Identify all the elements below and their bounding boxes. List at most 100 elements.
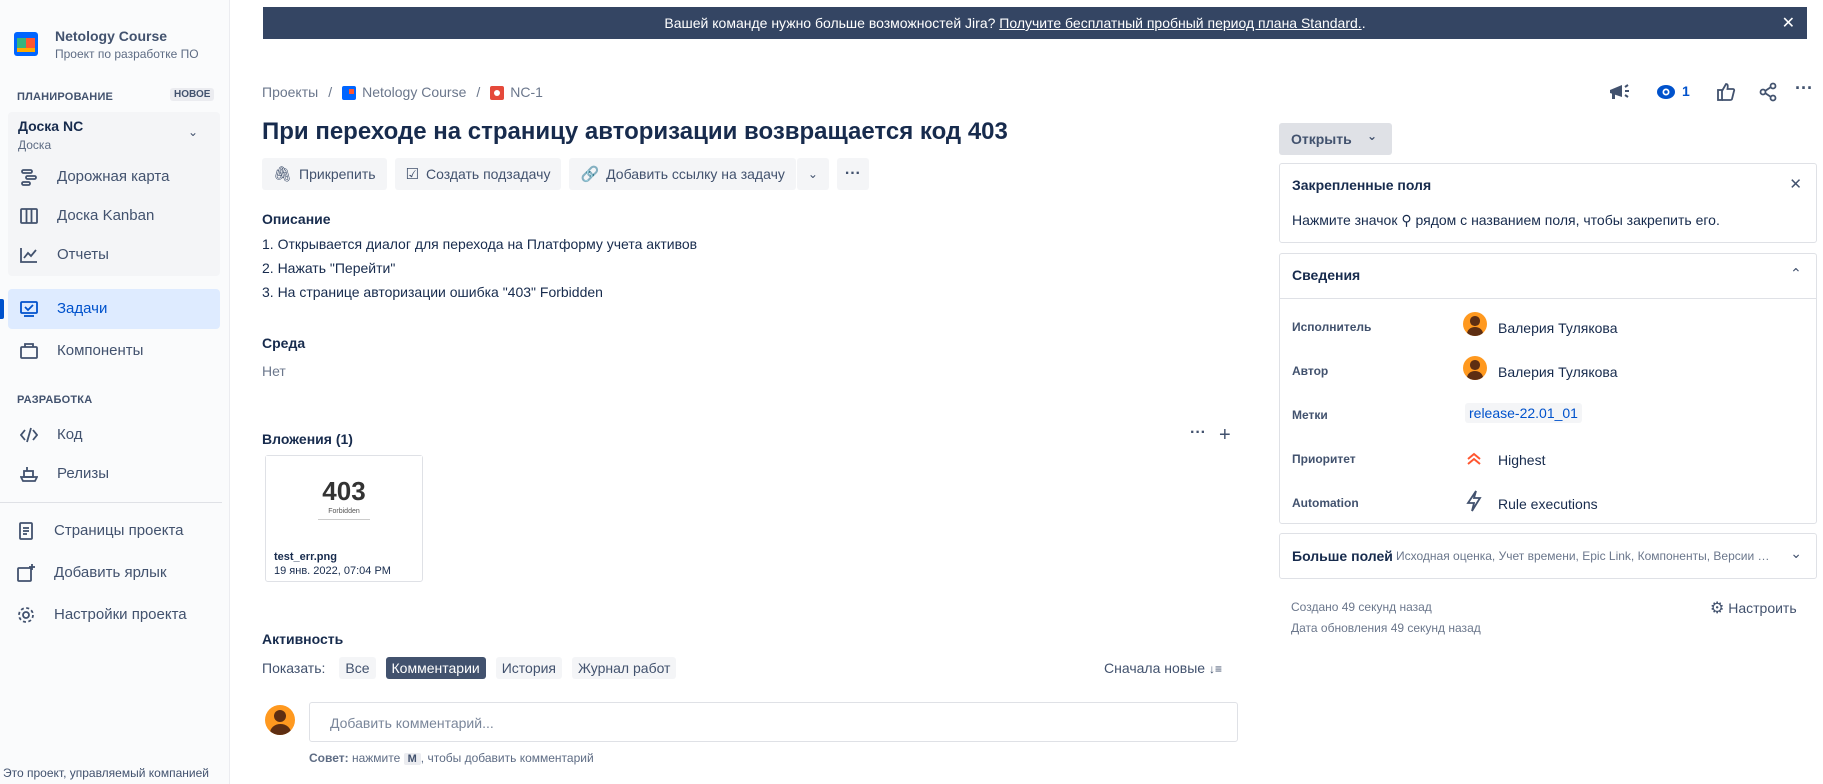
paperclip-icon: 🖇 bbox=[273, 166, 293, 183]
chevron-down-icon: ⌄ bbox=[1790, 545, 1802, 561]
filter-all[interactable]: Все bbox=[339, 657, 376, 679]
comment-placeholder: Добавить комментарий... bbox=[330, 715, 494, 731]
sidebar-item-project-pages[interactable]: Страницы проекта bbox=[5, 511, 217, 551]
details-title: Сведения bbox=[1292, 267, 1361, 283]
filter-comments[interactable]: Комментарии bbox=[385, 657, 486, 679]
sidebar-item-label: Релизы bbox=[57, 465, 109, 482]
board-icon bbox=[20, 208, 38, 224]
comment-tip: Совет: нажмите M, чтобы добавить коммент… bbox=[309, 751, 594, 765]
add-attachment-icon[interactable]: + bbox=[1219, 424, 1231, 447]
attachments-more-icon[interactable]: ··· bbox=[1190, 424, 1206, 442]
labels-value[interactable]: release-22.01_01 bbox=[1465, 403, 1582, 423]
sidebar-item-label: Отчеты bbox=[57, 246, 109, 263]
status-button[interactable]: Открыть ⌄ bbox=[1279, 123, 1392, 155]
banner-text: Вашей команде нужно больше возможностей … bbox=[263, 15, 1767, 31]
sidebar-item-issues[interactable]: Задачи bbox=[8, 289, 220, 329]
attach-button[interactable]: 🖇 Прикрепить bbox=[262, 158, 387, 190]
chevron-down-icon[interactable]: ⌄ bbox=[188, 125, 198, 139]
link-issue-group: 🔗 Добавить ссылку на задачу ⌄ bbox=[569, 158, 829, 190]
active-indicator bbox=[0, 299, 4, 319]
avatar bbox=[1463, 312, 1487, 336]
megaphone-icon[interactable] bbox=[1608, 82, 1630, 102]
banner-trial-link[interactable]: Получите бесплатный пробный период плана… bbox=[999, 15, 1361, 31]
breadcrumb-project[interactable]: Netology Course bbox=[342, 84, 467, 101]
tip-post: , чтобы добавить комментарий bbox=[420, 751, 594, 765]
sidebar-item-label: Добавить ярлык bbox=[54, 564, 167, 581]
environment-value[interactable]: Нет bbox=[262, 363, 286, 379]
tip-bold: Совет: bbox=[309, 751, 349, 765]
automation-value[interactable]: Rule executions bbox=[1498, 496, 1598, 512]
link-issue-label: Добавить ссылку на задачу bbox=[606, 166, 785, 182]
sidebar-item-settings[interactable]: Настройки проекта bbox=[5, 595, 217, 635]
thumbs-up-icon[interactable] bbox=[1716, 82, 1736, 102]
sidebar-item-label: Страницы проекта bbox=[54, 522, 184, 539]
details-panel: Сведения ⌄ Исполнитель Валерия Тулякова … bbox=[1279, 253, 1817, 524]
sort-icon: ↓≡ bbox=[1208, 662, 1222, 676]
field-label-reporter: Автор bbox=[1292, 364, 1329, 378]
breadcrumb-project-label: Netology Course bbox=[362, 84, 467, 100]
reports-icon bbox=[20, 248, 37, 263]
sidebar-item-label: Задачи bbox=[57, 300, 108, 317]
label-tag[interactable]: release-22.01_01 bbox=[1465, 403, 1582, 423]
chevron-down-icon: ⌄ bbox=[807, 167, 818, 181]
sidebar-item-reports[interactable]: Отчеты bbox=[8, 235, 220, 275]
banner-suffix: . bbox=[1361, 15, 1366, 31]
updated-time: Дата обновления 49 секунд назад bbox=[1291, 621, 1481, 635]
share-icon[interactable] bbox=[1758, 82, 1778, 102]
breadcrumb-projects[interactable]: Проекты bbox=[262, 84, 318, 100]
description-line: 2. Нажать "Перейти" bbox=[262, 260, 396, 276]
project-type: Проект по разработке ПО bbox=[55, 47, 199, 61]
page-icon bbox=[19, 522, 33, 540]
gear-icon bbox=[18, 607, 34, 623]
details-divider bbox=[1280, 298, 1816, 299]
sidebar-item-releases[interactable]: Релизы bbox=[8, 454, 220, 494]
filter-history[interactable]: История bbox=[495, 657, 563, 679]
sidebar-item-roadmap[interactable]: Дорожная карта bbox=[8, 157, 220, 197]
thumbnail-divider bbox=[318, 519, 370, 520]
breadcrumb-separator: / bbox=[476, 84, 481, 101]
attachment-card[interactable]: 403 Forbidden test_err.png 19 янв. 2022,… bbox=[265, 455, 423, 582]
reporter-value[interactable]: Валерия Тулякова bbox=[1498, 364, 1618, 380]
close-icon[interactable]: ✕ bbox=[1789, 175, 1802, 193]
more-actions-icon[interactable]: ··· bbox=[1795, 78, 1813, 99]
gear-icon: ⚙ bbox=[1710, 600, 1725, 617]
assignee-value[interactable]: Валерия Тулякова bbox=[1498, 320, 1618, 336]
comment-input[interactable]: Добавить комментарий... bbox=[309, 702, 1238, 742]
sidebar-item-components[interactable]: Компоненты bbox=[8, 331, 220, 371]
components-icon bbox=[20, 343, 38, 359]
priority-highest-icon bbox=[1467, 452, 1481, 465]
sidebar-item-label: Код bbox=[57, 426, 83, 443]
configure-button[interactable]: ⚙ Настроить bbox=[1710, 598, 1797, 618]
sidebar-item-code[interactable]: Код bbox=[8, 415, 220, 455]
breadcrumb-issue-key[interactable]: NC-1 bbox=[490, 84, 543, 101]
sidebar-item-add-shortcut[interactable]: Добавить ярлык bbox=[5, 553, 217, 593]
more-toolbar-button[interactable]: ··· bbox=[836, 158, 869, 190]
close-icon[interactable]: ✕ bbox=[1782, 13, 1795, 33]
project-header[interactable]: Netology Course Проект по разработке ПО bbox=[14, 24, 224, 64]
more-fields-panel[interactable]: Больше полей Исходная оценка, Учет време… bbox=[1279, 533, 1817, 579]
link-issue-dropdown[interactable]: ⌄ bbox=[796, 158, 829, 190]
avatar bbox=[1463, 356, 1487, 380]
watch-eye-icon[interactable] bbox=[1656, 83, 1676, 101]
more-fields-title: Больше полей bbox=[1292, 548, 1393, 564]
description-label: Описание bbox=[262, 211, 331, 227]
avatar bbox=[265, 705, 295, 735]
attachment-filename: test_err.png bbox=[274, 551, 337, 563]
sort-button[interactable]: Сначала новые ↓≡ bbox=[1104, 660, 1222, 676]
create-subtask-button[interactable]: ☑ Создать подзадачу bbox=[394, 158, 562, 190]
chevron-up-icon[interactable]: ⌄ bbox=[1790, 264, 1802, 281]
sort-label: Сначала новые bbox=[1104, 660, 1206, 676]
sidebar-item-kanban[interactable]: Доска Kanban bbox=[8, 196, 220, 236]
link-issue-button[interactable]: 🔗 Добавить ссылку на задачу bbox=[569, 158, 796, 190]
description-body[interactable]: 1. Открывается диалог для перехода на Пл… bbox=[262, 236, 697, 308]
filter-worklog[interactable]: Журнал работ bbox=[572, 657, 677, 679]
sidebar-item-label: Настройки проекта bbox=[54, 606, 187, 623]
dev-section-label: РАЗРАБОТКА bbox=[17, 394, 93, 406]
issue-actions: 1 ··· bbox=[1600, 78, 1813, 102]
sidebar-item-label: Компоненты bbox=[57, 342, 144, 359]
breadcrumb-separator: / bbox=[328, 84, 333, 101]
thumbnail-code: 403 bbox=[322, 476, 366, 506]
issue-title[interactable]: При переходе на страницу авторизации воз… bbox=[262, 118, 1008, 146]
upgrade-banner: Вашей команде нужно больше возможностей … bbox=[263, 7, 1807, 39]
priority-value[interactable]: Highest bbox=[1498, 452, 1545, 468]
